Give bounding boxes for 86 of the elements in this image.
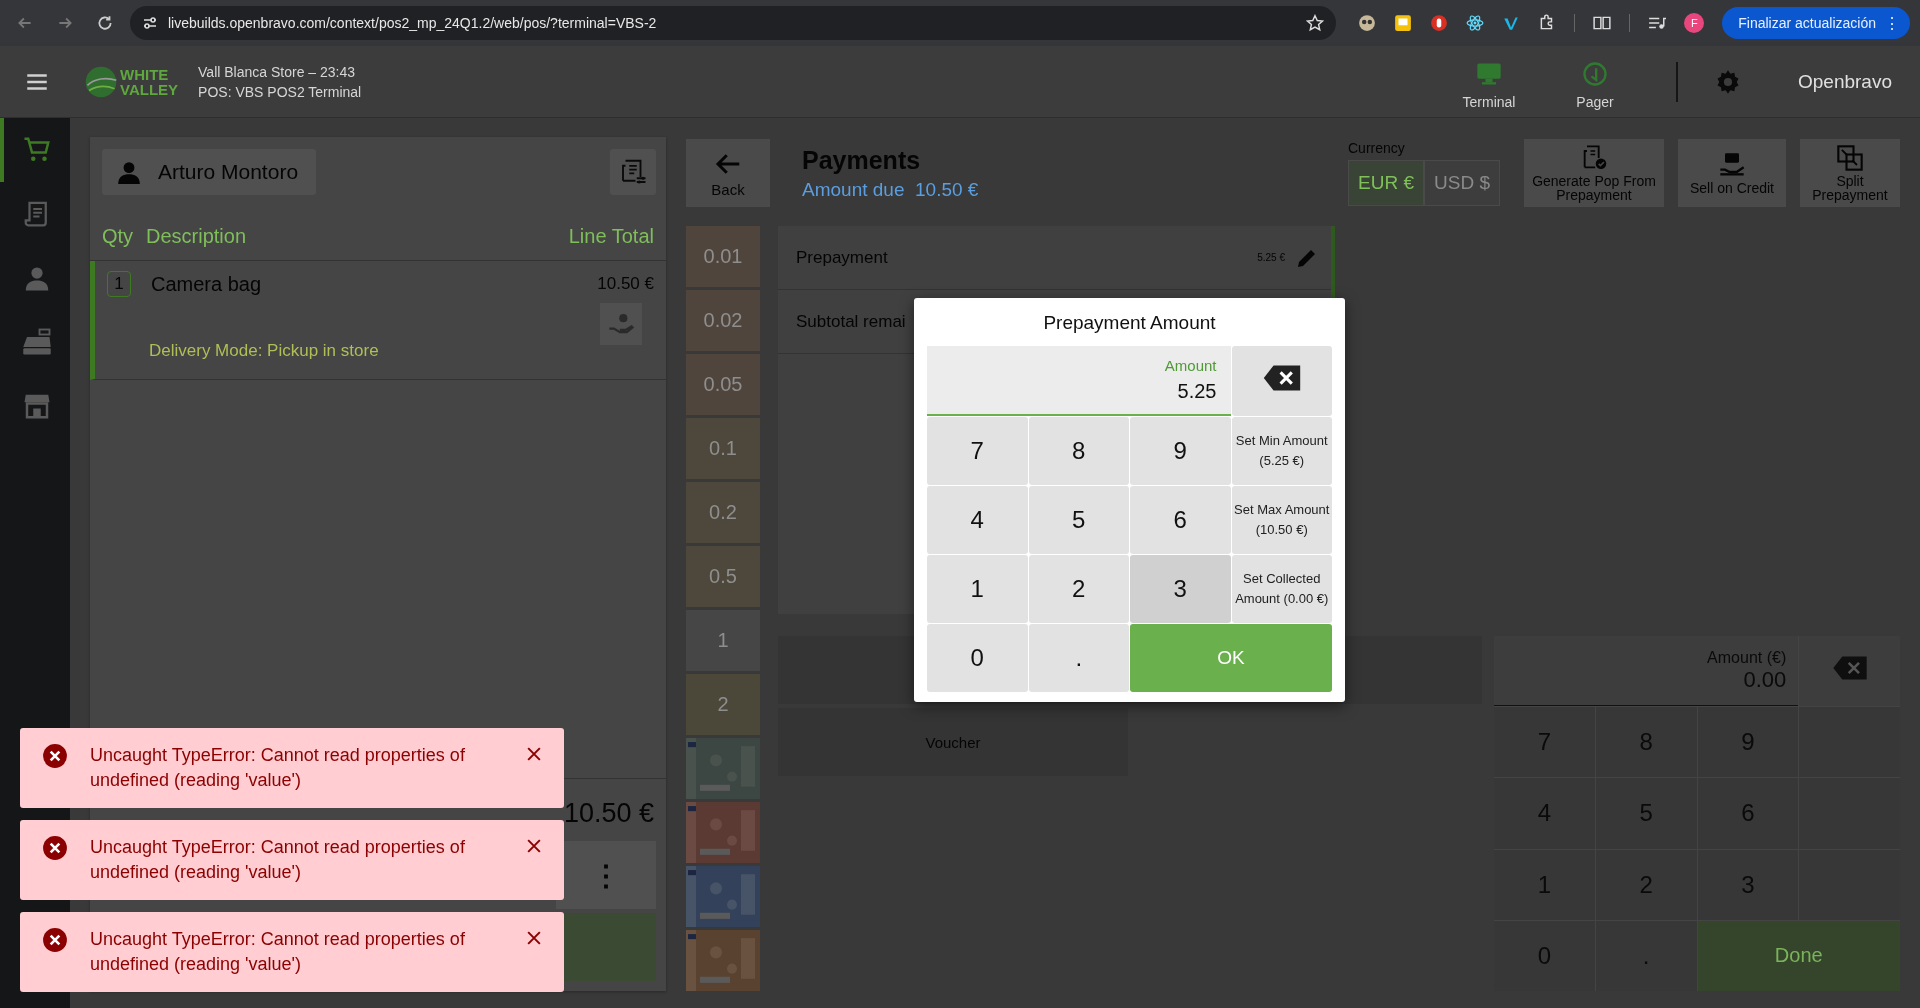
extension-icon[interactable] [1502,14,1521,32]
backspace-icon [1261,364,1302,392]
cash-register-icon [22,327,52,357]
coin-button[interactable]: 0.01 [686,226,760,287]
column-header: Description [146,225,247,248]
keypad-key[interactable]: 4 [927,486,1028,554]
service-button[interactable] [600,303,642,345]
keypad-key[interactable]: 8 [1028,417,1129,485]
keypad-key[interactable]: 2 [1028,555,1129,623]
ok-button[interactable]: OK [1130,624,1332,692]
keypad-key[interactable]: . [1595,920,1697,991]
coin-button[interactable]: 0.5 [686,546,760,607]
payment-amount: 5.25 € [1257,252,1285,263]
keypad-key[interactable]: 3 [1130,555,1231,623]
coin-button[interactable]: 0.1 [686,418,760,479]
update-button[interactable]: Finalizar actualización ⋮ [1722,7,1910,39]
logo-text: VALLEY [120,81,179,97]
currency-option[interactable]: EUR € [1348,160,1424,206]
logo-text: WHITE [120,66,170,82]
preset-amount-button[interactable]: Set Collected Amount (0.00 €) [1231,555,1332,623]
error-message: Uncaught TypeError: Cannot read properties of undefined (reading 'value') [90,928,466,976]
coin-button[interactable]: 0.2 [686,482,760,543]
backspace-button[interactable] [1231,346,1332,416]
error-icon [42,743,68,769]
reading-mode-icon[interactable] [1593,14,1612,32]
order-line[interactable]: 1 Camera bag 10.50 € Delivery Mode: Pickup in store [90,261,666,380]
keypad-key[interactable]: 7 [927,417,1028,485]
more-menu-button[interactable]: ⋮ [1882,13,1902,33]
back-button[interactable]: Back [686,139,770,207]
column-header: Qty [102,225,135,248]
split-icon [1836,144,1864,172]
total-amount: 10.50 € [563,797,654,829]
preset-amount-button[interactable]: Set Min Amount (5.25 €) [1231,417,1332,485]
error-icon [42,835,68,861]
more-button[interactable]: ⋮ [556,841,656,909]
bookmark-star-icon[interactable] [1306,14,1325,32]
extension-icon[interactable] [1430,14,1449,32]
payment-action-button[interactable]: Generate Pop From Prepayment [1524,139,1664,207]
payment-action-button[interactable]: Split Prepayment [1800,139,1900,207]
amount-field[interactable]: Amount 5.25 [927,346,1231,416]
pager-button[interactable]: Pager [1550,52,1640,111]
coin-button[interactable]: 0.05 [686,354,760,415]
coin-button[interactable]: 0.02 [686,290,760,351]
payment-action-button[interactable]: Sell on Credit [1678,139,1786,207]
error-icon [42,927,68,953]
backspace-icon [1831,655,1868,682]
keypad-key[interactable]: 9 [1130,417,1231,485]
keypad-key[interactable]: 1 [927,555,1028,623]
delivery-mode: Delivery Mode: Pickup in store [149,341,380,361]
dialog-title: Prepayment Amount [1042,312,1217,334]
column-header: Line Total [568,225,654,248]
hand-card-icon [1718,151,1746,179]
extension-icon[interactable] [1358,14,1377,32]
line-total: 10.50 € [597,274,654,294]
keypad-key[interactable]: . [1028,624,1129,692]
logo-mark-icon [84,64,118,99]
amount-due: Amount due 10.50 € [802,178,979,201]
address-bar[interactable]: livebuilds.openbravo.com/context/pos2_mp_24Q1.2/web/pos/?terminal=VBS-2 [130,6,1337,40]
product-name: Camera bag [151,272,262,296]
payment-line-label: Subtotal remai [796,311,906,332]
store-name: Vall Blanca Store – 23:43 [198,63,356,80]
user-name[interactable]: Openbravo [1798,70,1892,93]
pager-icon [1581,60,1609,88]
terminal-name: POS: VBS POS2 Terminal [198,83,362,100]
person-icon [116,159,142,185]
coin-button[interactable]: 2 [686,674,760,735]
reload-icon[interactable] [96,14,114,32]
url-text: livebuilds.openbravo.com/context/pos2_mp_24Q1.2/web/pos/?terminal=VBS-2 [168,15,658,31]
currency-option[interactable]: USD $ [1424,160,1500,206]
error-message: Uncaught TypeError: Cannot read properties of undefined (reading 'value') [90,744,466,792]
preset-amount-button[interactable]: Set Max Amount (10.50 €) [1231,486,1332,554]
receipt-settings-button[interactable] [610,149,656,195]
profile-avatar[interactable]: F [1684,13,1705,33]
keypad-key[interactable]: 6 [1130,486,1231,554]
done-button[interactable]: Done [1697,920,1900,991]
extension-icon[interactable] [1394,14,1413,32]
terminal-button[interactable]: Terminal [1444,52,1534,111]
keypad-key[interactable]: 5 [1028,486,1129,554]
atom-icon[interactable] [1466,14,1485,32]
site-settings-icon[interactable] [142,15,158,31]
payment-line-label: Prepayment [796,247,888,268]
coin-button[interactable]: 1 [686,610,760,671]
quantity-badge: 1 [107,271,131,297]
keypad-key[interactable]: 0 [927,624,1028,692]
error-message: Uncaught TypeError: Cannot read properties of undefined (reading 'value') [90,836,466,884]
customer-button[interactable]: Arturo Montoro [102,149,317,195]
